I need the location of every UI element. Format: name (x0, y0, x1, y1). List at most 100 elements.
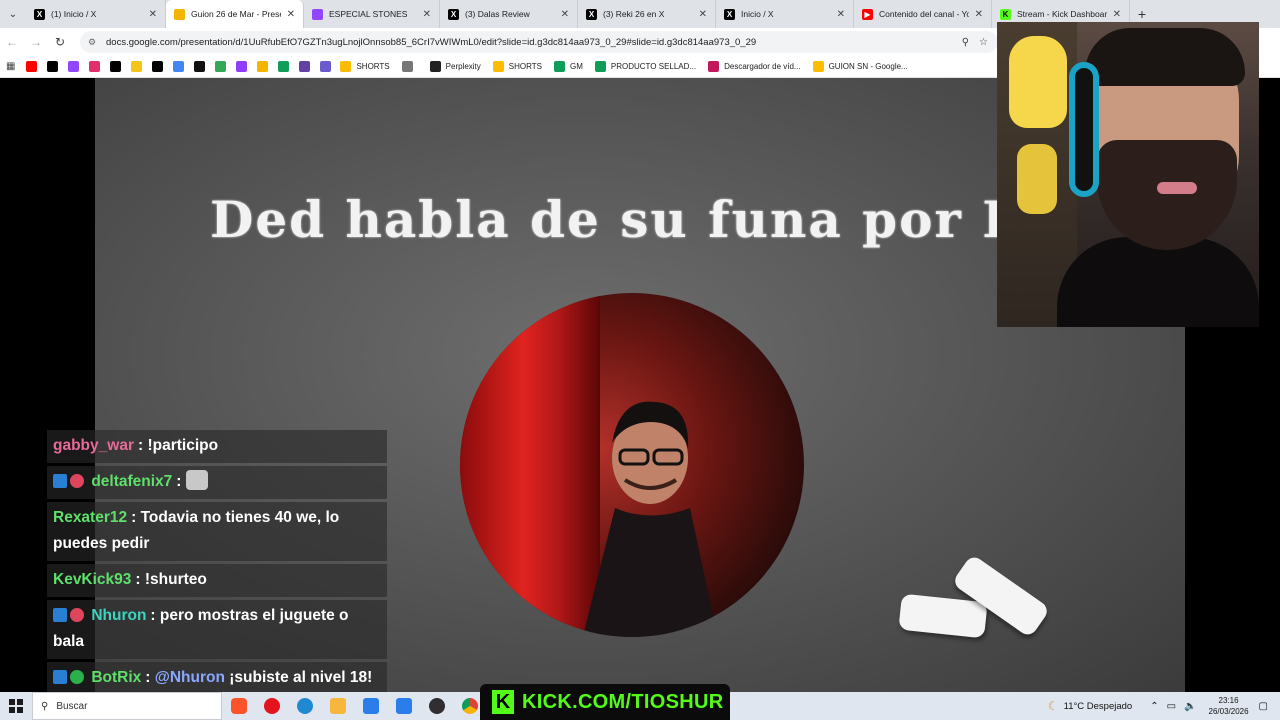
pikachu-figure (1017, 144, 1057, 214)
bookmark-icon[interactable] (194, 61, 206, 72)
tab-2[interactable]: Guion 26 de Mar - Presen ✕ (166, 0, 304, 28)
twitch-icon[interactable] (68, 61, 80, 72)
forward-icon[interactable]: → (24, 28, 48, 56)
chat-username: BotRix (91, 669, 142, 686)
bookmark-icon[interactable] (257, 61, 269, 72)
opera-icon[interactable] (255, 692, 288, 720)
bookmark-icon[interactable] (215, 61, 227, 72)
tiktok-icon[interactable] (152, 61, 164, 72)
bookmark-icon[interactable] (299, 61, 311, 72)
bookmark-gm[interactable]: GM (550, 61, 583, 72)
close-tab-icon[interactable]: ✕ (149, 9, 157, 20)
bookmark-shorts[interactable]: SHORTS (336, 61, 390, 72)
kick-icon[interactable] (110, 61, 122, 72)
streamer-hair (1085, 28, 1245, 86)
back-icon[interactable]: ← (0, 28, 24, 56)
x-icon: X (34, 8, 45, 20)
close-tab-icon[interactable]: ✕ (837, 9, 845, 20)
taskbar-search-field[interactable]: ⚲ Buscar (32, 692, 222, 720)
chat-message: BotRix: @Nhuron ¡subiste al nivel 18! (47, 662, 387, 695)
streamer-mouth (1157, 182, 1197, 194)
windows-start-icon[interactable] (0, 692, 32, 720)
close-tab-icon[interactable]: ✕ (561, 9, 569, 20)
chat-text: !shurteo (144, 571, 207, 588)
drive-icon (492, 61, 504, 72)
chat-username: Nhuron (91, 607, 147, 624)
sheets-icon (553, 61, 565, 72)
volume-icon[interactable]: 🔈 (1184, 701, 1196, 712)
x-icon: X (724, 8, 735, 20)
screen: ⌄ X (1) Inicio / X ✕ Guion 26 de Mar - P… (0, 0, 1280, 720)
notification-icon[interactable]: ▢ (1259, 701, 1268, 712)
sub-badge-icon (70, 474, 84, 488)
chevron-up-icon[interactable]: ⌃ (1150, 701, 1158, 712)
taskbar-clock[interactable]: 23:16 26/03/2026 (1209, 695, 1249, 717)
tab-4[interactable]: X (3) Dalas Review ✕ (440, 0, 578, 28)
tab-1[interactable]: X (1) Inicio / X ✕ (26, 0, 166, 28)
bookmark-producto[interactable]: PRODUCTO SELLAD... (591, 61, 696, 72)
tab-5[interactable]: X (3) Reki 26 en X ✕ (578, 0, 716, 28)
bookmark-star-icon[interactable]: ☆ (979, 37, 988, 48)
sheets-icon[interactable] (278, 61, 290, 72)
bookmark-page[interactable] (398, 61, 418, 72)
drive-icon (812, 61, 824, 72)
kick-icon: K (1000, 8, 1011, 20)
tab-6[interactable]: X Inicio / X ✕ (716, 0, 854, 28)
site-info-icon[interactable]: ⚙ (88, 37, 100, 48)
webcam-overlay (997, 22, 1259, 327)
bookmark-icon[interactable] (131, 61, 143, 72)
weather-widget[interactable]: ☾ 11°C Despejado (1048, 699, 1132, 713)
url-field[interactable]: ⚙ docs.google.com/presentation/d/1UuRfub… (80, 31, 998, 53)
bookmark-descargador[interactable]: Descargador de víd... (704, 61, 801, 72)
close-tab-icon[interactable]: ✕ (975, 9, 983, 20)
chat-overlay: gabby_war: !participo deltafenix7: Rexat… (47, 430, 387, 698)
brave-icon[interactable] (222, 692, 255, 720)
red-curtain (460, 293, 600, 637)
youtube-icon: ▶ (862, 8, 873, 20)
booster-badge-icon (53, 608, 67, 622)
close-tab-icon[interactable]: ✕ (287, 9, 295, 20)
perplexity-icon (429, 61, 441, 72)
drive-icon (340, 61, 352, 72)
weather-moon-icon: ☾ (1047, 699, 1059, 713)
x-icon: X (448, 8, 459, 20)
close-tab-icon[interactable]: ✕ (423, 9, 431, 20)
booster-badge-icon (53, 670, 67, 684)
tab-search-icon[interactable]: ⌄ (0, 0, 26, 28)
network-icon[interactable]: ▭ (1167, 701, 1176, 712)
x-icon[interactable] (236, 61, 248, 72)
youtube-icon[interactable] (26, 61, 38, 72)
obs-icon[interactable] (420, 692, 453, 720)
mail-icon[interactable] (387, 692, 420, 720)
store-icon[interactable] (354, 692, 387, 720)
bookmark-icon[interactable] (320, 61, 332, 72)
instagram-icon[interactable] (89, 61, 101, 72)
search-icon: ⚲ (41, 700, 49, 712)
x-icon[interactable] (47, 61, 59, 72)
search-placeholder: Buscar (56, 700, 88, 712)
tab-3[interactable]: ESPECIAL STONES ✕ (304, 0, 440, 28)
close-tab-icon[interactable]: ✕ (699, 9, 707, 20)
file-explorer-icon[interactable] (321, 692, 354, 720)
bookmark-shorts-2[interactable]: SHORTS (489, 61, 542, 72)
tab-7[interactable]: ▶ Contenido del canal - You ✕ (854, 0, 992, 28)
twitch-icon (312, 8, 323, 20)
slide-photo (460, 293, 804, 637)
person-photo (582, 401, 718, 637)
edge-icon[interactable] (288, 692, 321, 720)
chat-mention: @Nhuron (154, 669, 225, 686)
chat-message: Rexater12: Todavia no tienes 40 we, lo p… (47, 502, 387, 561)
x-icon: X (586, 8, 597, 20)
apps-grid-icon[interactable]: ▦ (6, 61, 15, 72)
reload-icon[interactable]: ↻ (48, 28, 72, 56)
close-tab-icon[interactable]: ✕ (1113, 9, 1121, 20)
chat-username: deltafenix7 (91, 473, 173, 490)
chalk-piece (898, 593, 988, 639)
chat-text: !participo (147, 437, 219, 454)
kick-banner: K KICK.COM/TIOSHUR (480, 684, 730, 720)
bookmark-perplexity[interactable]: Perplexity (426, 61, 481, 72)
bookmark-icon[interactable] (173, 61, 185, 72)
bookmark-guion[interactable]: GUION SN - Google... (809, 61, 908, 72)
zoom-icon[interactable]: ⚲ (962, 37, 969, 48)
streamer-shirt (1057, 237, 1259, 327)
